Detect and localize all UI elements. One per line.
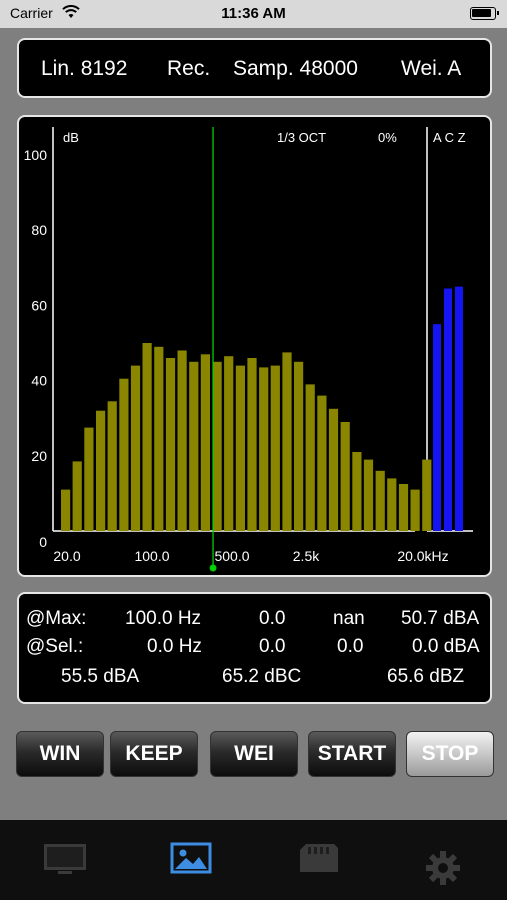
spectrum-bar: [363, 459, 374, 531]
spectrum-bar: [259, 367, 269, 531]
max-level: 50.7 dBA: [401, 608, 480, 629]
spectrum-bar: [247, 358, 257, 531]
spectrum-bar: [422, 459, 432, 531]
weighting-label: Wei. A: [401, 57, 462, 80]
spectrum-bar: [270, 365, 280, 531]
spectrum-bar: [165, 358, 176, 531]
y-tick-label: 60: [31, 297, 47, 313]
x-tick-label: 2.5k: [293, 548, 320, 564]
sel-level: 0.0 dBA: [412, 636, 480, 657]
fft-length-label: Lin. 8192: [41, 57, 128, 80]
battery-icon: [470, 7, 499, 20]
spectrum-bar: [72, 461, 82, 531]
frequency-cursor-handle: [209, 564, 217, 572]
sample-rate-label: Samp. 48000: [233, 57, 358, 80]
spectrum-bar: [375, 470, 385, 531]
max-value-2: nan: [333, 608, 365, 629]
spectrum-bar: [340, 422, 350, 531]
spectrum-bar: [189, 361, 199, 531]
sel-label: @Sel.:: [26, 636, 84, 657]
spectrum-bar: [328, 408, 339, 531]
image-icon[interactable]: [166, 838, 216, 878]
weight-bar-c: [444, 288, 452, 531]
spectrum-bar: [177, 350, 187, 531]
max-label: @Max:: [26, 608, 87, 629]
y-tick-label: 80: [31, 222, 47, 238]
spectrum-bar: [224, 356, 234, 531]
x-tick-label: 20.0: [53, 548, 80, 564]
leq-a-level: 55.5 dBA: [61, 666, 140, 687]
y-tick-label: 100: [24, 147, 48, 163]
spectrum-bar: [84, 427, 94, 531]
spectrum-bar: [398, 484, 409, 531]
spectrum-svg[interactable]: dB 1/3 OCT 0% A C Z 0 20 40 60 80 100 20.0 100.0 500…: [19, 117, 490, 575]
spectrum-bar: [235, 365, 245, 531]
keep-button[interactable]: KEEP: [110, 731, 198, 777]
spectrum-bar: [305, 384, 315, 531]
tab-bar: [0, 820, 507, 900]
x-tick-label: 100.0: [134, 548, 169, 564]
weight-bar-z: [455, 286, 463, 531]
spectrum-chart[interactable]: dB 1/3 OCT 0% A C Z 0 20 40 60 80 100 20.0 100.0 500…: [17, 115, 492, 577]
max-frequency: 100.0 Hz: [125, 608, 202, 629]
y-tick-label: 0: [39, 534, 47, 550]
win-button[interactable]: WIN: [16, 731, 104, 777]
clock: 11:36 AM: [221, 5, 286, 22]
spectrum-bar: [212, 361, 222, 531]
spectrum-bar: [352, 452, 362, 531]
max-value-1: 0.0: [259, 608, 286, 629]
spectrum-bar: [317, 395, 327, 531]
spectrum-bar: [154, 346, 164, 531]
spectrum-bar: [119, 378, 129, 531]
spectrum-bar: [387, 478, 397, 531]
spectrum-bar: [282, 352, 292, 531]
sel-value-1: 0.0: [259, 636, 286, 657]
leq-c-level: 65.2 dBC: [222, 666, 302, 687]
spectrum-bar: [107, 401, 117, 531]
spectrum-bar: [61, 489, 71, 531]
weight-bar-a: [433, 324, 441, 531]
sel-frequency: 0.0 Hz: [147, 636, 202, 657]
unit-label: dB: [63, 130, 79, 145]
spectrum-bar: [294, 361, 304, 531]
x-tick-label: 20.0kHz: [397, 548, 448, 564]
readout-panel: @Max: 100.0 Hz 0.0 nan 50.7 dBA @Sel.: 0…: [17, 592, 492, 704]
x-tick-label: 500.0: [214, 548, 249, 564]
leq-z-level: 65.6 dBZ: [387, 666, 465, 687]
recording-label: Rec.: [167, 57, 211, 80]
percent-label: 0%: [378, 130, 397, 145]
settings-panel[interactable]: Lin. 8192 Rec. Samp. 48000 Wei. A: [17, 38, 492, 98]
y-tick-label: 20: [31, 448, 47, 464]
control-buttons: WIN KEEP WEI START STOP: [0, 731, 507, 777]
sd-card-icon[interactable]: [294, 838, 344, 878]
start-button[interactable]: START: [308, 731, 396, 777]
stop-button[interactable]: STOP: [406, 731, 494, 777]
spectrum-bar: [200, 354, 210, 531]
weights-label: A C Z: [433, 130, 466, 145]
spectrum-bar: [410, 489, 420, 531]
gear-icon[interactable]: [418, 848, 468, 888]
monitor-icon[interactable]: [40, 838, 90, 878]
status-bar: Carrier 11:36 AM: [0, 0, 507, 28]
y-tick-label: 40: [31, 373, 47, 389]
wei-button[interactable]: WEI: [210, 731, 298, 777]
spectrum-bar: [96, 410, 106, 531]
sel-value-2: 0.0: [337, 636, 364, 657]
band-label: 1/3 OCT: [277, 130, 326, 145]
spectrum-bar: [130, 365, 141, 531]
spectrum-bar: [142, 343, 152, 531]
